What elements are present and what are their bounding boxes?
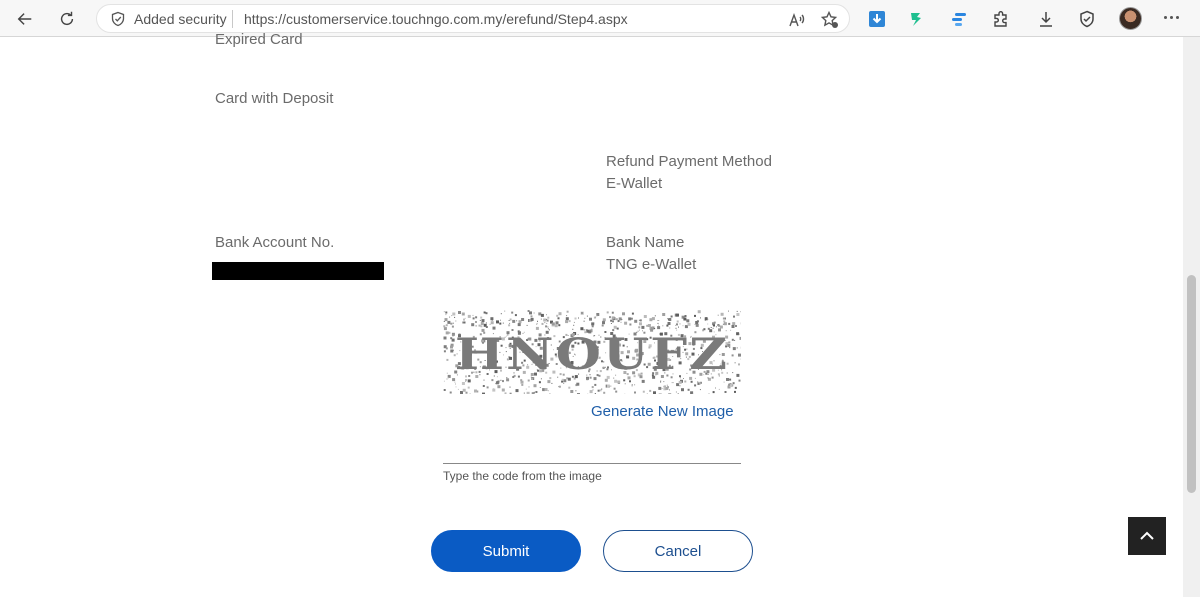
security-label[interactable]: Added security — [134, 11, 227, 27]
more-menu-icon[interactable] — [1164, 16, 1179, 19]
scrollbar-thumb[interactable] — [1187, 275, 1196, 493]
captcha-code-input[interactable] — [443, 440, 741, 464]
expired-card-text: Expired Card — [215, 31, 303, 48]
captcha-image: HNOUFZ — [443, 310, 741, 394]
refresh-icon[interactable] — [54, 6, 80, 32]
refund-method-label: Refund Payment Method — [606, 153, 772, 170]
back-arrow-icon[interactable] — [12, 6, 38, 32]
address-bar[interactable]: Added security https://customerservice.t… — [96, 4, 850, 33]
generate-new-image-link[interactable]: Generate New Image — [591, 403, 734, 420]
submit-button[interactable]: Submit — [431, 530, 581, 572]
chevron-up-icon — [1140, 531, 1154, 540]
extensions-puzzle-icon[interactable] — [990, 8, 1012, 30]
task-extension-icon[interactable] — [948, 8, 970, 30]
bank-name-value: TNG e-Wallet — [606, 256, 697, 273]
profile-avatar[interactable] — [1119, 7, 1142, 30]
page-scrollbar[interactable] — [1183, 37, 1200, 597]
card-with-deposit-text: Card with Deposit — [215, 90, 334, 107]
read-aloud-icon[interactable] — [787, 10, 807, 30]
cancel-button[interactable]: Cancel — [603, 530, 753, 572]
back-to-top-button[interactable] — [1128, 517, 1166, 555]
bank-account-label: Bank Account No. — [215, 234, 335, 251]
captcha-input-hint: Type the code from the image — [443, 469, 602, 483]
pin-extension-icon[interactable] — [906, 8, 928, 30]
browser-essentials-icon[interactable] — [1076, 8, 1098, 30]
captcha-code-text: HNOUFZ — [454, 329, 730, 380]
favorites-star-icon[interactable] — [820, 10, 840, 30]
refund-method-value: E-Wallet — [606, 175, 663, 192]
downloads-icon[interactable] — [1035, 8, 1057, 30]
url-text[interactable]: https://customerservice.touchngo.com.my/… — [244, 11, 628, 27]
redacted-bank-account — [212, 262, 384, 280]
address-divider — [232, 10, 233, 28]
bank-name-label: Bank Name — [606, 234, 685, 251]
browser-toolbar: Added security https://customerservice.t… — [0, 0, 1200, 37]
shield-icon[interactable] — [110, 11, 126, 27]
download-extension-icon[interactable] — [866, 8, 888, 30]
